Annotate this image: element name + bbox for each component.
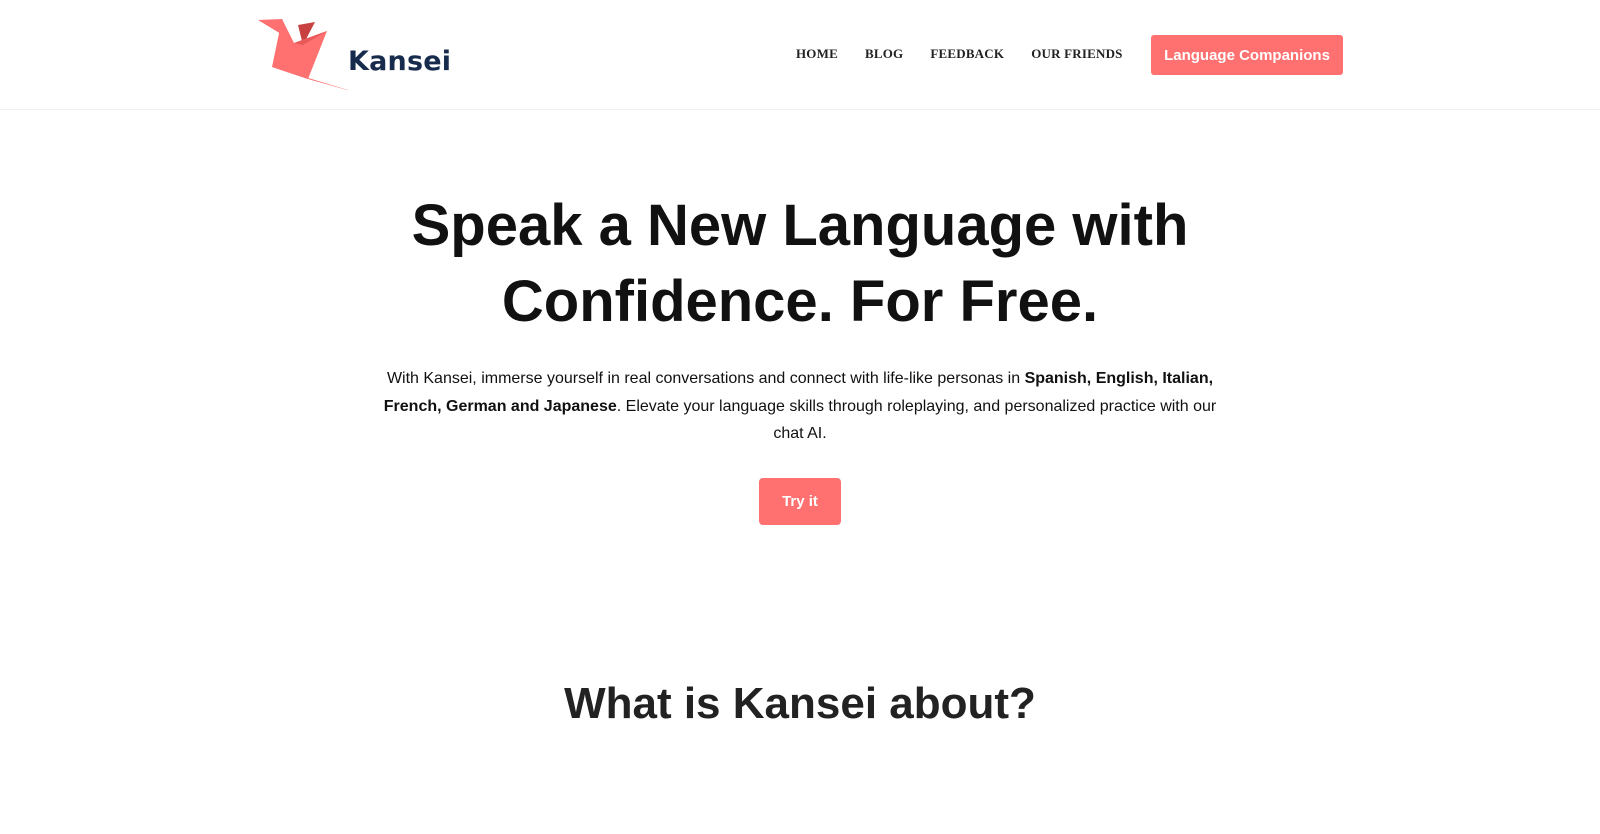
try-it-button[interactable]: Try it bbox=[759, 478, 841, 525]
hero-text-intro: With Kansei, immerse yourself in real co… bbox=[386, 370, 1025, 387]
origami-crane-icon bbox=[258, 19, 348, 91]
nav-item-our-friends[interactable]: OUR FRIENDS bbox=[1031, 46, 1122, 62]
nav-item-blog[interactable]: BLOG bbox=[865, 46, 903, 62]
nav-item-home[interactable]: HOME bbox=[796, 46, 838, 62]
hero-title-line-2: Confidence. For Free. bbox=[501, 269, 1099, 334]
hero-title: Speak a New Language with Confidence. Fo… bbox=[300, 188, 1300, 340]
main-nav: HOME BLOG FEEDBACK OUR FRIENDS bbox=[796, 34, 1150, 74]
logo-link[interactable]: Kansei bbox=[258, 17, 452, 95]
hero-title-line-1: Speak a New Language with bbox=[411, 193, 1189, 258]
hero-text-outro: . Elevate your language skills through r… bbox=[616, 397, 1217, 443]
about-section-title: What is Kansei about? bbox=[564, 679, 1036, 728]
hero-description: With Kansei, immerse yourself in real co… bbox=[372, 365, 1228, 448]
brand-name: Kansei bbox=[348, 46, 452, 77]
nav-item-feedback[interactable]: FEEDBACK bbox=[930, 46, 1004, 62]
language-companions-button[interactable]: Language Companions bbox=[1151, 35, 1343, 75]
site-header: Kansei HOME BLOG FEEDBACK OUR FRIENDS La… bbox=[0, 0, 1600, 110]
